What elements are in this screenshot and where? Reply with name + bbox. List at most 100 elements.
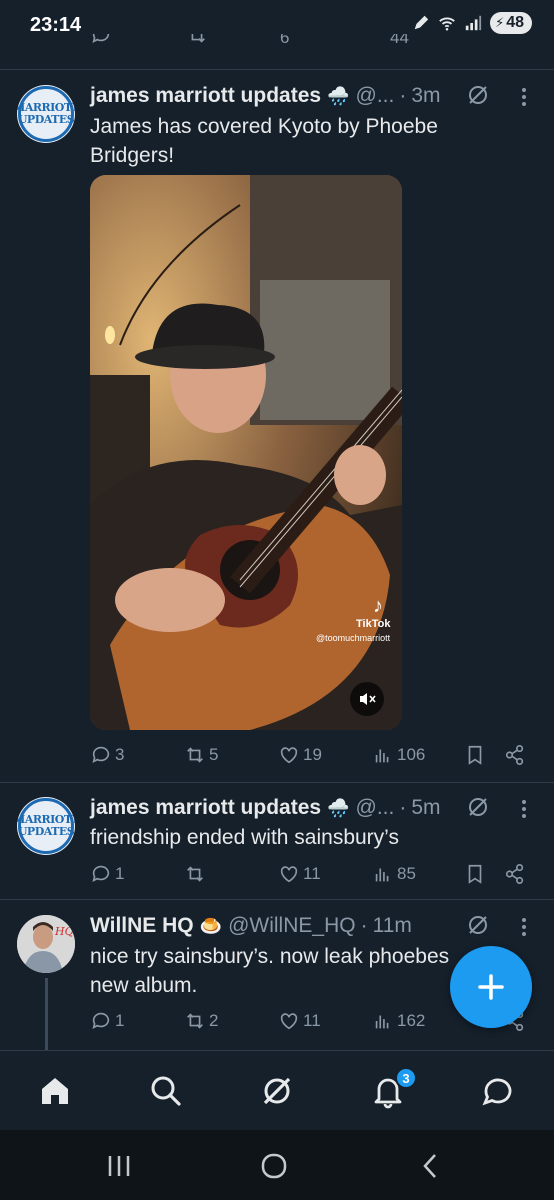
previous-tweet-actions: 6 44 [90, 34, 530, 54]
tiktok-watermark: TikTok [356, 618, 391, 630]
like-count: 11 [303, 864, 321, 883]
more-options-icon[interactable] [516, 797, 532, 821]
name-emoji: 🌧️ [327, 86, 350, 106]
reply-button[interactable]: 1 [90, 863, 124, 885]
like-button[interactable]: 19 [278, 744, 322, 766]
tiktok-logo-icon: ♪ [373, 595, 383, 617]
tweet-text: nice try sainsbury’s. now leak phoebes n… [90, 945, 450, 997]
repost-button[interactable]: 5 [184, 744, 218, 766]
like-button[interactable]: 11 [278, 863, 321, 885]
home-button-icon[interactable] [260, 1152, 288, 1180]
tweet-actions: 1 11 85 [90, 863, 530, 889]
tweet-actions: 3 5 19 106 [90, 744, 530, 770]
handle[interactable]: @WillNE_HQ [228, 914, 356, 938]
avatar-text: UPDATES [17, 113, 75, 126]
bookmark-icon[interactable] [464, 863, 486, 885]
name-emoji: 🌧️ [327, 798, 350, 818]
home-icon[interactable] [37, 1073, 73, 1109]
display-name[interactable]: james marriott updates [90, 796, 321, 820]
views-button[interactable]: 106 [372, 744, 425, 766]
video-frame [90, 175, 402, 730]
avatar-text: UPDATES [17, 825, 75, 838]
timestamp[interactable]: 11m [373, 914, 412, 938]
video-player[interactable]: ♪ TikTok @toomuchmarriott [90, 175, 402, 730]
tweet-header: james marriott updates 🌧️ @... · 3m [90, 84, 441, 108]
reply-button[interactable]: 3 [90, 744, 124, 766]
like-count: 6 [280, 34, 290, 47]
repost-count: 5 [209, 745, 219, 764]
repost-button[interactable] [184, 863, 209, 885]
thread-line [45, 978, 48, 1050]
search-icon[interactable] [148, 1073, 184, 1109]
avatar[interactable]: MARRIOTTUPDATES [17, 85, 75, 143]
timestamp[interactable]: 5m [411, 796, 440, 820]
share-icon[interactable] [504, 744, 526, 766]
avatar-photo: HQ [17, 915, 75, 973]
heart-icon [280, 866, 298, 883]
tweet-header: james marriott updates 🌧️ @... · 5m [90, 796, 441, 820]
mute-button[interactable] [350, 682, 384, 716]
avatar[interactable]: MARRIOTTUPDATES [17, 797, 75, 855]
grok-icon[interactable] [259, 1073, 295, 1109]
tweet-text: friendship ended with sainsbury’s [90, 826, 399, 849]
display-name[interactable]: james marriott updates [90, 84, 321, 108]
signal-icon [465, 15, 482, 31]
battery-indicator: ⚡ 48 [490, 12, 532, 34]
like-button[interactable]: 11 [278, 1010, 321, 1032]
reply-button[interactable]: 1 [90, 1010, 124, 1032]
view-count: 85 [397, 864, 416, 883]
back-icon[interactable] [418, 1152, 442, 1180]
tweet-text: James has covered Kyoto by Phoebe Bridge… [90, 115, 438, 167]
repost-icon [187, 747, 203, 763]
handle[interactable]: @... [356, 84, 395, 108]
view-count: 44 [390, 34, 409, 47]
more-options-icon[interactable] [516, 915, 532, 939]
reply-icon[interactable] [90, 34, 112, 46]
view-count: 162 [397, 1011, 426, 1030]
tweet-header: WillNE HQ 🍮 @WillNE_HQ · 11m [90, 914, 412, 938]
view-count: 106 [397, 745, 426, 764]
system-nav-bar [0, 1130, 554, 1200]
compose-button[interactable] [450, 946, 532, 1028]
svg-text:HQ: HQ [54, 925, 74, 938]
repost-count: 2 [209, 1011, 219, 1030]
display-name[interactable]: WillNE HQ [90, 914, 194, 938]
wifi-icon [439, 17, 455, 31]
grok-icon[interactable] [466, 913, 490, 937]
pen-icon [414, 15, 429, 30]
bottom-nav [0, 1050, 554, 1130]
tweet[interactable]: MARRIOTTUPDATES james marriott updates 🌧… [0, 783, 554, 899]
tweet[interactable]: MARRIOTTUPDATES james marriott updates 🌧… [0, 70, 554, 782]
views-button[interactable]: 162 [372, 1010, 425, 1032]
repost-icon [187, 1013, 203, 1029]
battery-level: 48 [506, 14, 524, 31]
share-icon[interactable] [504, 863, 526, 885]
separator-dot: · [360, 914, 368, 937]
heart-icon [280, 1013, 298, 1030]
reply-count: 3 [115, 745, 125, 764]
reply-count: 1 [115, 1011, 125, 1030]
reply-icon [92, 865, 110, 882]
tiktok-handle: @toomuchmarriott [316, 633, 391, 643]
like-count: 19 [303, 745, 322, 764]
views-icon [375, 749, 389, 763]
repost-button[interactable]: 2 [184, 1010, 218, 1032]
repost-icon [187, 866, 203, 882]
reply-count: 1 [115, 864, 125, 883]
avatar[interactable]: HQ [17, 915, 75, 973]
more-options-icon[interactable] [516, 85, 532, 109]
grok-icon[interactable] [466, 83, 490, 107]
status-icons: ⚡ 48 [412, 12, 532, 34]
views-button[interactable]: 85 [372, 863, 416, 885]
charging-icon: ⚡ [495, 15, 505, 30]
views-icon [375, 1015, 389, 1029]
heart-icon [280, 747, 298, 764]
recent-apps-icon[interactable] [105, 1154, 133, 1178]
messages-icon[interactable] [480, 1073, 516, 1109]
repost-icon[interactable] [186, 34, 208, 46]
timestamp[interactable]: 3m [411, 84, 440, 108]
handle[interactable]: @... [356, 796, 395, 820]
grok-icon[interactable] [466, 795, 490, 819]
muted-speaker-icon [360, 693, 376, 705]
bookmark-icon[interactable] [464, 744, 486, 766]
